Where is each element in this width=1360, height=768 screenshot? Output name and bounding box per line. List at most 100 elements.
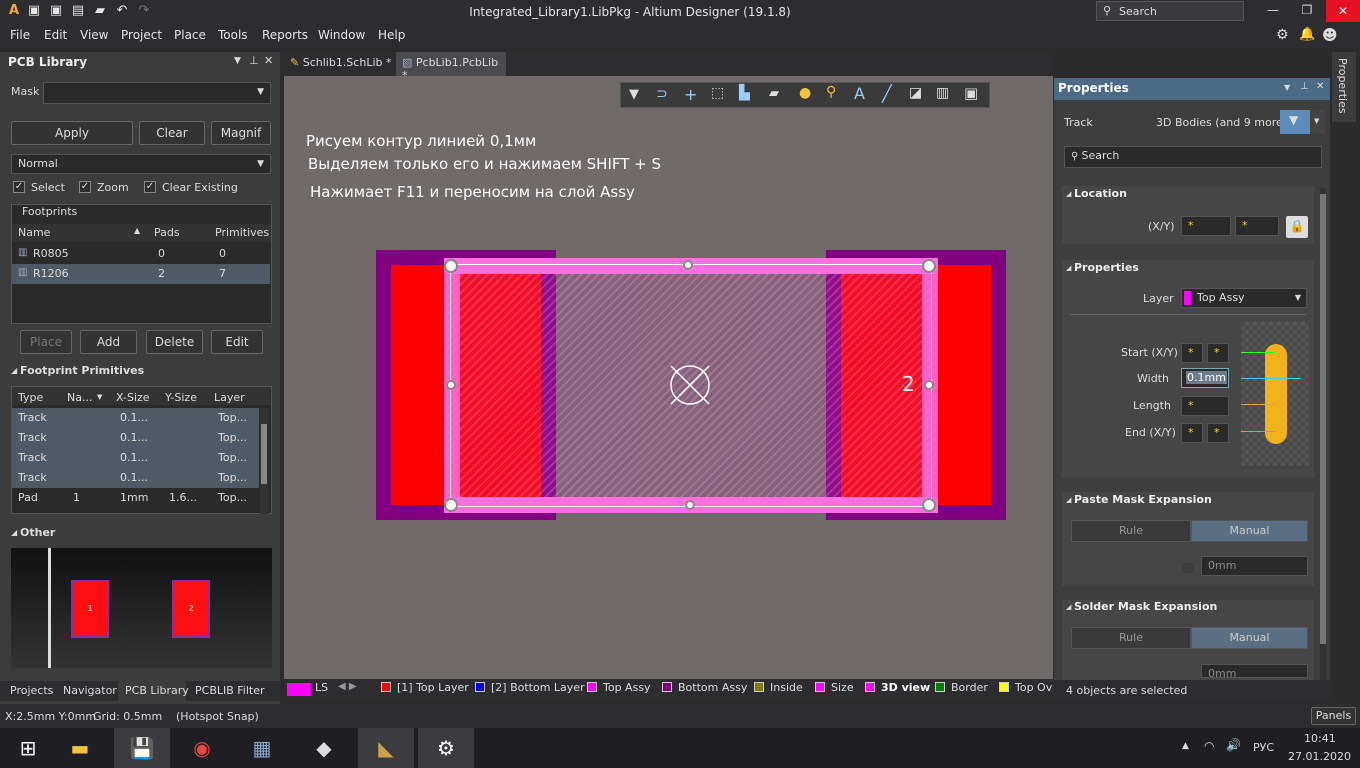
solder-manual-toggle[interactable]: Manual xyxy=(1191,627,1308,649)
primitive-row[interactable]: Pad 1 1mm 1.6... Top... xyxy=(12,488,259,508)
layer-tab[interactable]: Border xyxy=(935,681,988,697)
handle[interactable] xyxy=(685,500,695,510)
calculator-icon[interactable]: ▦ xyxy=(234,728,290,768)
filter-dropdown[interactable]: ▼ xyxy=(1311,110,1325,134)
align-icon[interactable]: ▙ xyxy=(739,85,750,101)
tab-schlib[interactable]: ✎ Schlib1.SchLib * xyxy=(284,52,392,74)
title-search-box[interactable]: ⚲ Search xyxy=(1096,1,1244,21)
region-icon[interactable]: ▣ xyxy=(964,84,978,102)
tab-pcblib[interactable]: ▧ PcbLib1.PcbLib * xyxy=(396,52,506,82)
pin-icon[interactable]: ⊥ xyxy=(249,54,259,67)
place-button[interactable]: Place xyxy=(20,330,72,354)
properties-side-tab[interactable]: Properties xyxy=(1332,52,1356,122)
clear-button[interactable]: Clear xyxy=(139,121,205,145)
clock-time[interactable]: 10:41 xyxy=(1304,732,1336,745)
menu-place[interactable]: Place xyxy=(174,28,206,42)
header-name[interactable]: Name xyxy=(18,226,50,239)
add-button[interactable]: Add xyxy=(80,330,137,354)
file-explorer-icon[interactable]: ▬ xyxy=(52,728,108,768)
panels-button[interactable]: Panels xyxy=(1311,707,1356,725)
primitive-row[interactable]: Track 0.1... Top... xyxy=(12,448,259,468)
mode-select[interactable]: Normal ▼ xyxy=(11,154,271,174)
menu-file[interactable]: File xyxy=(10,28,30,42)
end-y-input[interactable]: * xyxy=(1207,423,1229,443)
layer-set-button[interactable]: LS xyxy=(315,681,328,697)
pad-icon[interactable]: ⚲ xyxy=(826,84,836,100)
primitives-scrollbar[interactable] xyxy=(260,408,268,514)
layer-tab[interactable]: [2] Bottom Layer xyxy=(475,681,585,697)
dimension-icon[interactable]: ◪ xyxy=(909,85,922,101)
header-primitives[interactable]: Primitives xyxy=(215,226,269,239)
primitive-row[interactable]: Track 0.1... Top... xyxy=(12,408,259,428)
clock-date[interactable]: 27.01.2020 xyxy=(1288,750,1351,763)
panel-menu-icon[interactable]: ▼ xyxy=(234,56,241,66)
handle[interactable] xyxy=(444,259,458,273)
solder-rule-toggle[interactable]: Rule xyxy=(1071,627,1191,649)
location-y-input[interactable]: * xyxy=(1235,216,1279,236)
zoom-checkbox[interactable]: ✓ xyxy=(79,181,91,193)
redo-icon[interactable]: ↷ xyxy=(136,3,152,19)
menu-edit[interactable]: Edit xyxy=(44,28,67,42)
crosshair-icon[interactable]: + xyxy=(684,85,697,104)
start-x-input[interactable]: * xyxy=(1181,343,1203,363)
apply-button[interactable]: Apply xyxy=(11,121,133,145)
menu-tools[interactable]: Tools xyxy=(218,28,248,42)
volume-icon[interactable]: 🔊 xyxy=(1226,738,1241,752)
pin-icon[interactable]: ⊥ xyxy=(1300,81,1309,92)
save-icon[interactable]: ▣ xyxy=(26,3,42,19)
layer-tab[interactable]: Size xyxy=(815,681,854,697)
handle[interactable] xyxy=(444,498,458,512)
windows-start-icon[interactable]: ⊞ xyxy=(0,728,56,768)
floppy-app-icon[interactable]: 💾 xyxy=(114,728,170,768)
bell-icon[interactable]: 🔔 xyxy=(1299,27,1315,42)
close-button[interactable]: ✕ xyxy=(1326,0,1360,22)
paste-rule-toggle[interactable]: Rule xyxy=(1071,520,1191,542)
solder-value-input[interactable]: 0mm xyxy=(1201,664,1308,678)
primitive-row[interactable]: Track 0.1... Top... xyxy=(12,468,259,488)
paste-value-input[interactable]: 0mm xyxy=(1201,556,1308,576)
paste-checkbox[interactable] xyxy=(1182,562,1194,574)
text-icon[interactable]: A xyxy=(854,84,865,103)
chrome-icon[interactable]: ◉ xyxy=(174,728,230,768)
save-all-icon[interactable]: ▣ xyxy=(48,3,64,19)
pcb-canvas[interactable]: ▼ ⊃ + ⬚ ▙ ▰ ● ⚲ A ╱ ◪ ▥ ▣ Рисуем контур … xyxy=(284,76,1053,679)
primitive-row[interactable]: Track 0.1... Top... xyxy=(12,428,259,448)
collapse-icon[interactable]: ◢ xyxy=(1066,496,1071,504)
menu-window[interactable]: Window xyxy=(318,28,365,42)
handle[interactable] xyxy=(446,380,456,390)
collapse-icon[interactable]: ◢ xyxy=(11,366,17,375)
handle[interactable] xyxy=(922,498,936,512)
minimize-button[interactable]: — xyxy=(1260,3,1286,17)
properties-search[interactable]: ⚲ Search xyxy=(1064,146,1322,168)
layer-tab[interactable]: Inside xyxy=(754,681,803,697)
component-icon[interactable]: ▰ xyxy=(769,86,779,101)
end-x-input[interactable]: * xyxy=(1181,423,1203,443)
chart-icon[interactable]: ▥ xyxy=(936,85,949,101)
select-rect-icon[interactable]: ⬚ xyxy=(711,85,724,101)
restore-button[interactable]: ❐ xyxy=(1294,3,1320,17)
header-pads[interactable]: Pads xyxy=(154,226,180,239)
panel-close-icon[interactable]: ✕ xyxy=(1316,81,1324,92)
select-checkbox[interactable]: ✓ xyxy=(13,181,25,193)
tab-navigator[interactable]: Navigator xyxy=(63,684,117,697)
layer-scroll-left-icon[interactable]: ◀ ▶ xyxy=(338,681,357,692)
properties-scrollbar[interactable] xyxy=(1320,188,1326,688)
input-language[interactable]: РУС xyxy=(1253,741,1274,754)
location-x-input[interactable]: * xyxy=(1181,216,1231,236)
handle[interactable] xyxy=(922,259,936,273)
layer-tab[interactable]: Bottom Assy xyxy=(662,681,747,697)
undo-icon[interactable]: ↶ xyxy=(114,3,130,19)
paste-manual-toggle[interactable]: Manual xyxy=(1191,520,1308,542)
layer-select[interactable]: Top Assy ▼ xyxy=(1181,288,1307,308)
gear-icon[interactable]: ⚙ xyxy=(1276,27,1289,43)
clear-existing-checkbox[interactable]: ✓ xyxy=(144,181,156,193)
delete-button[interactable]: Delete xyxy=(146,330,203,354)
layer-tab[interactable]: 3D view xyxy=(865,681,930,697)
start-y-input[interactable]: * xyxy=(1207,343,1229,363)
line-icon[interactable]: ╱ xyxy=(882,84,892,103)
panel-close-icon[interactable]: ✕ xyxy=(264,54,273,67)
open-folder-icon[interactable]: ▰ xyxy=(92,3,108,19)
layer-tab[interactable]: Top Assy xyxy=(587,681,651,697)
edit-button[interactable]: Edit xyxy=(211,330,263,354)
width-input[interactable]: 0.1mm xyxy=(1181,368,1229,388)
